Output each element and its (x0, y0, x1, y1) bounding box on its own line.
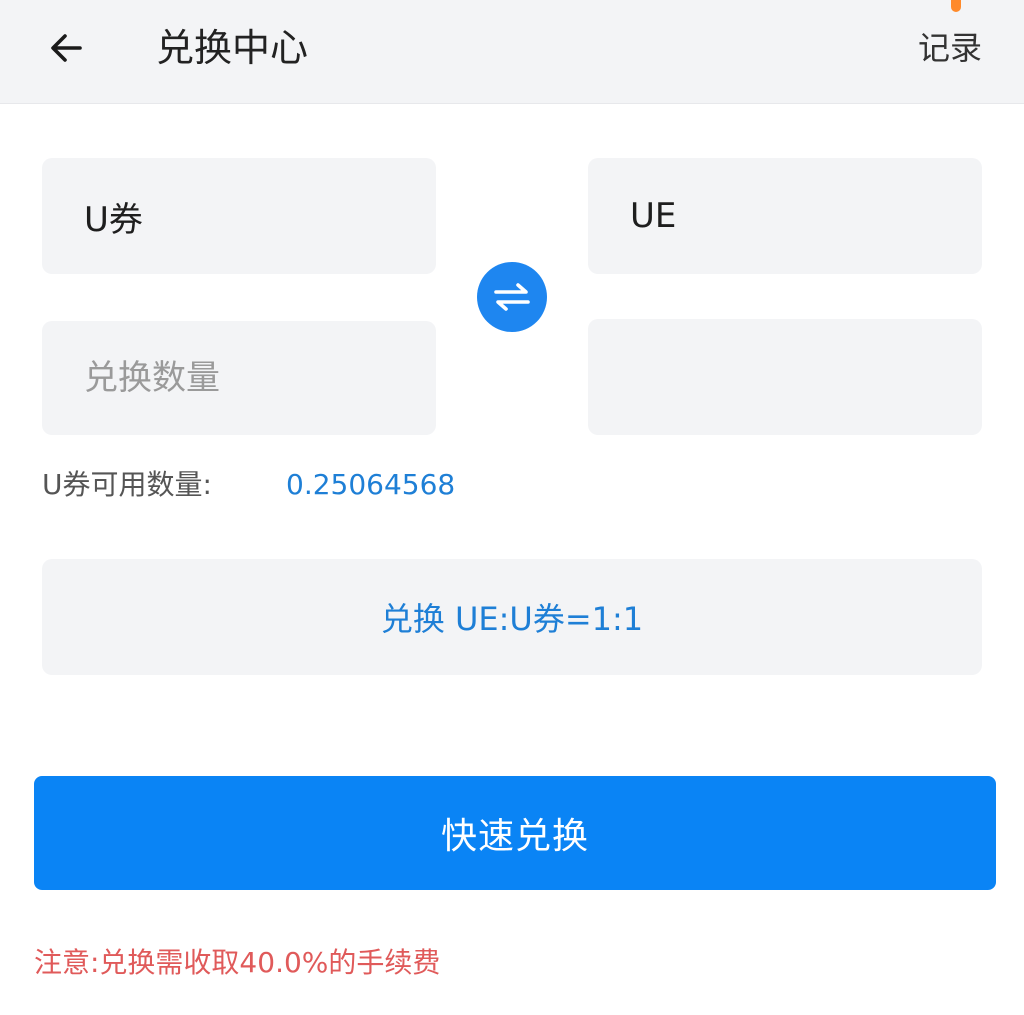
available-amount-label: U券可用数量: (42, 468, 212, 501)
back-button[interactable] (40, 24, 92, 72)
from-currency-label: U券 (84, 199, 143, 240)
page-title: 兑换中心 (156, 26, 309, 70)
swap-currency-button[interactable] (477, 262, 547, 332)
app-header: 兑换中心 记录 (0, 0, 1024, 104)
quick-exchange-button[interactable]: 快速兑换 (34, 776, 996, 890)
records-link[interactable]: 记录 (918, 26, 982, 70)
to-currency-selector[interactable]: UE (588, 158, 982, 274)
to-currency-label: UE (630, 196, 677, 236)
exchange-rate-info: 兑换 UE:U券=1:1 (42, 559, 982, 675)
exchange-amount-input[interactable] (84, 321, 414, 435)
available-amount-value: 0.25064568 (286, 468, 456, 501)
fee-notice: 注意:兑换需收取40.0%的手续费 (34, 946, 441, 979)
swap-arrows-icon (494, 283, 530, 311)
status-indicator-dot (951, 0, 961, 12)
arrow-left-icon (51, 34, 82, 62)
exchange-result-field (588, 319, 982, 435)
from-currency-selector[interactable]: U券 (42, 158, 436, 274)
exchange-amount-field[interactable] (42, 321, 436, 435)
